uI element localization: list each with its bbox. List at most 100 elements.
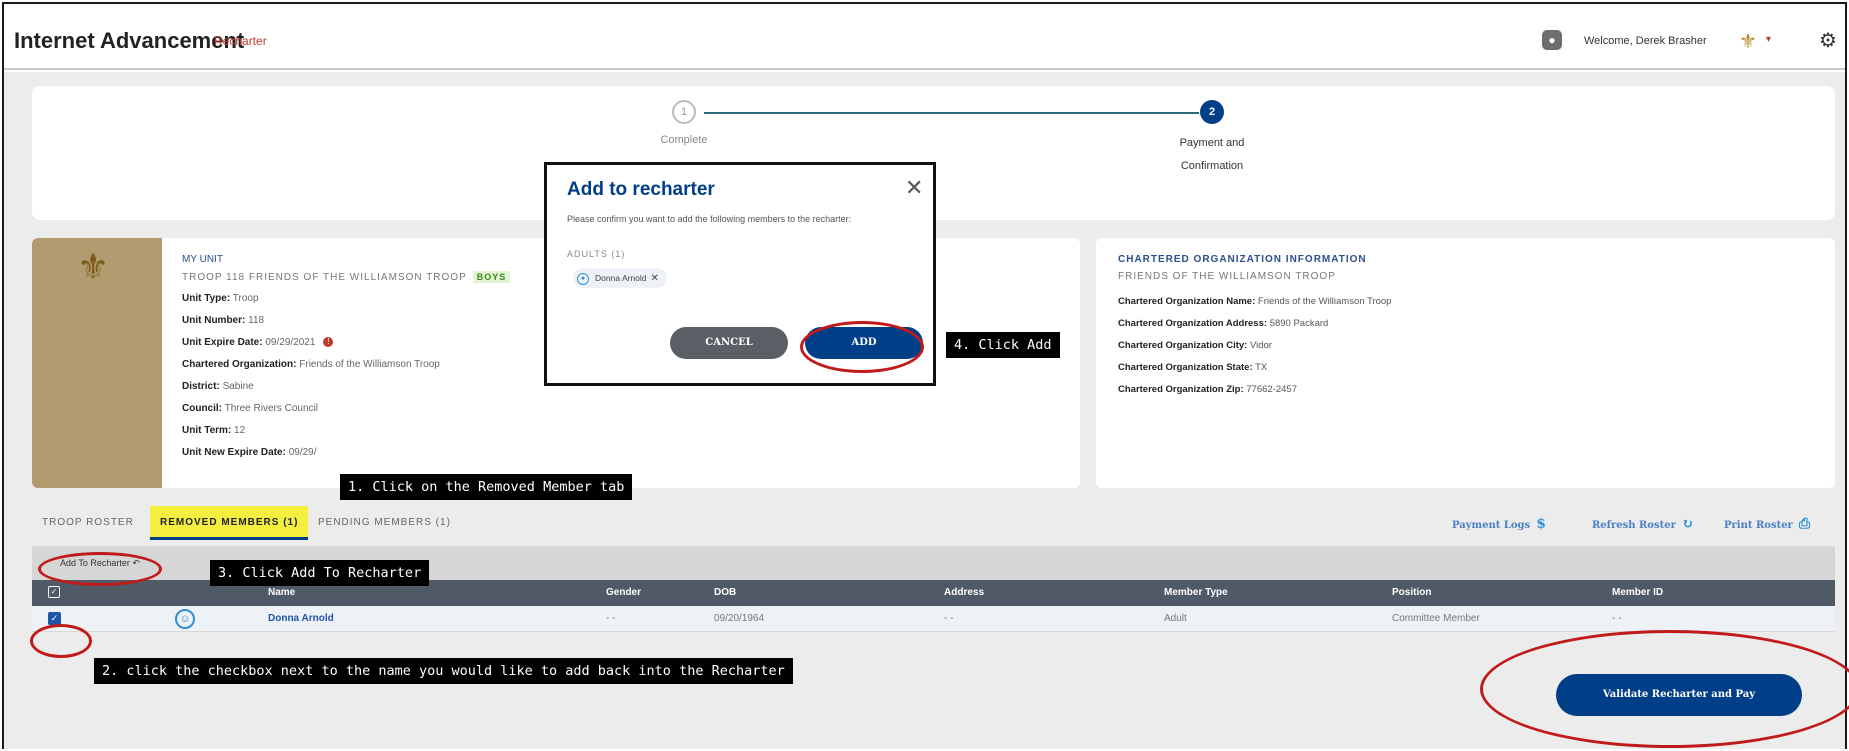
annotation-oval-add: [800, 321, 924, 373]
callout-step-2: 2. click the checkbox next to the name y…: [94, 658, 793, 684]
column-header-member-type[interactable]: Member Type: [1164, 587, 1228, 598]
column-header-position[interactable]: Position: [1392, 587, 1431, 598]
chartered-org-card: CHARTERED ORGANIZATION INFORMATION FRIEN…: [1096, 238, 1835, 488]
dollar-icon: $: [1536, 516, 1546, 532]
fleur-de-lis-icon[interactable]: ⚜: [1739, 29, 1757, 54]
unit-row-label: Unit Type:: [182, 293, 231, 304]
modal-adults-label: ADULTS (1): [567, 249, 626, 259]
print-icon: ⎙: [1798, 516, 1811, 532]
column-header-dob[interactable]: DOB: [714, 587, 736, 598]
org-row-value: 77662-2457: [1246, 384, 1297, 395]
refresh-roster-link[interactable]: Refresh Roster ↻: [1592, 516, 1694, 532]
callout-step-4: 4. Click Add: [946, 332, 1060, 358]
step-2-label: Payment and Confirmation: [1152, 132, 1272, 178]
unit-row-label: District:: [182, 381, 220, 392]
org-row-value: Vidor: [1249, 340, 1272, 351]
callout-step-1: 1. Click on the Removed Member tab: [340, 474, 633, 500]
member-address: - -: [944, 613, 954, 624]
unit-heading: MY UNIT: [182, 254, 223, 265]
annotation-oval-checkbox: [30, 624, 92, 658]
org-row-label: Chartered Organization Address:: [1118, 318, 1268, 329]
council-row: Council: Three Rivers Council: [182, 403, 510, 415]
org-city-row: Chartered Organization City: Vidor: [1118, 340, 1391, 352]
refresh-icon: ↻: [1681, 516, 1694, 532]
org-row-label: Chartered Organization City:: [1118, 340, 1248, 351]
column-header-address[interactable]: Address: [944, 587, 984, 598]
close-icon[interactable]: ✕: [905, 175, 923, 201]
fleur-de-lis-icon: ⚜: [77, 246, 110, 287]
unit-image: ⚜: [32, 238, 162, 488]
unit-type-row: Unit Type: Troop: [182, 293, 510, 305]
person-icon: ☺: [175, 609, 195, 629]
org-address-row: Chartered Organization Address: 5890 Pac…: [1118, 318, 1391, 330]
callout-step-3: 3. Click Add To Recharter: [210, 560, 430, 586]
unit-row-label: Chartered Organization:: [182, 359, 297, 370]
org-row-label: Chartered Organization Zip:: [1118, 384, 1244, 395]
app-title: Internet Advancement: [14, 28, 245, 53]
chevron-down-icon[interactable]: ▾: [1766, 34, 1771, 45]
app-subtitle: Recharter: [214, 34, 267, 48]
tab-troop-roster[interactable]: TROOP ROSTER: [32, 506, 144, 540]
member-name[interactable]: Donna Arnold: [268, 613, 334, 624]
unit-row-value: Three Rivers Council: [224, 403, 318, 414]
unit-row-label: Unit New Expire Date:: [182, 447, 286, 458]
payment-logs-link[interactable]: Payment Logs $: [1452, 516, 1546, 532]
tab-pending-members[interactable]: PENDING MEMBERS (1): [308, 506, 461, 540]
modal-title: Add to recharter: [567, 179, 715, 200]
boys-badge: BOYS: [472, 271, 511, 283]
unit-details: MY UNIT TROOP 118 FRIENDS OF THE WILLIAM…: [182, 254, 511, 469]
column-header-member-id[interactable]: Member ID: [1612, 587, 1663, 598]
unit-troop-name: TROOP 118 FRIENDS OF THE WILLIAMSON TROO…: [182, 271, 511, 283]
org-details: CHARTERED ORGANIZATION INFORMATION FRIEN…: [1118, 254, 1391, 406]
org-row-value: 5890 Packard: [1269, 318, 1329, 329]
step-2-circle: 2: [1200, 100, 1224, 124]
payment-logs-label: Payment Logs: [1452, 520, 1531, 531]
unit-term-row: Unit Term: 12: [182, 425, 510, 437]
org-subheading: FRIENDS OF THE WILLIAMSON TROOP: [1118, 271, 1336, 282]
unit-row-label: Council:: [182, 403, 222, 414]
step-2-label-line2: Confirmation: [1180, 160, 1244, 172]
step-1-circle: 1: [672, 100, 696, 124]
welcome-text: Welcome, Derek Brasher: [1584, 35, 1707, 47]
gear-icon[interactable]: ⚙: [1819, 28, 1837, 53]
roster-tabs: TROOP ROSTER REMOVED MEMBERS (1) PENDING…: [32, 506, 1835, 542]
member-position: Committee Member: [1392, 613, 1480, 624]
unit-number-row: Unit Number: 118: [182, 315, 510, 327]
org-state-row: Chartered Organization State: TX: [1118, 362, 1391, 374]
print-roster-label: Print Roster: [1724, 520, 1793, 531]
cancel-button[interactable]: CANCEL: [670, 327, 788, 359]
alert-icon: !: [323, 337, 334, 348]
unit-row-value: 118: [248, 315, 265, 326]
person-icon: ●: [577, 272, 589, 285]
unit-row-label: Unit Expire Date:: [182, 337, 263, 348]
step-connector: [704, 112, 1199, 114]
annotation-oval-add-to-recharter: [38, 552, 162, 586]
org-row-label: Chartered Organization Name:: [1118, 296, 1256, 307]
member-dob: 09/20/1964: [714, 613, 765, 624]
step-2-label-line1: Payment and: [1179, 137, 1245, 149]
select-all-checkbox[interactable]: ✓: [48, 586, 60, 598]
column-header-gender[interactable]: Gender: [606, 587, 641, 598]
chip-name: Donna Arnold: [595, 273, 647, 283]
column-header-name[interactable]: Name: [268, 587, 295, 598]
unit-row-value: 09/29/: [288, 447, 317, 458]
org-row-value: TX: [1255, 362, 1268, 373]
troop-name-text: TROOP 118 FRIENDS OF THE WILLIAMSON TROO…: [182, 272, 467, 283]
table-row[interactable]: ✓ ☺ Donna Arnold - - 09/20/1964 - - Adul…: [32, 606, 1835, 632]
unit-row-value: 09/29/2021: [265, 337, 316, 348]
unit-row-value: Troop: [232, 293, 259, 304]
print-roster-link[interactable]: Print Roster ⎙: [1724, 516, 1810, 532]
user-icon[interactable]: ●: [1542, 30, 1562, 50]
unit-row-label: Unit Term:: [182, 425, 232, 436]
district-row: District: Sabine: [182, 381, 510, 393]
unit-row-value: Friends of the Williamson Troop: [299, 359, 440, 370]
org-row-value: Friends of the Williamson Troop: [1257, 296, 1392, 307]
modal-message: Please confirm you want to add the follo…: [567, 214, 852, 224]
tab-removed-members[interactable]: REMOVED MEMBERS (1): [150, 506, 309, 540]
member-gender: - -: [606, 613, 616, 624]
remove-chip-icon[interactable]: ✕: [651, 273, 659, 284]
org-zip-row: Chartered Organization Zip: 77662-2457: [1118, 384, 1391, 396]
member-id: - -: [1612, 613, 1622, 624]
annotation-oval-validate: [1480, 630, 1849, 748]
org-name-row: Chartered Organization Name: Friends of …: [1118, 296, 1391, 308]
